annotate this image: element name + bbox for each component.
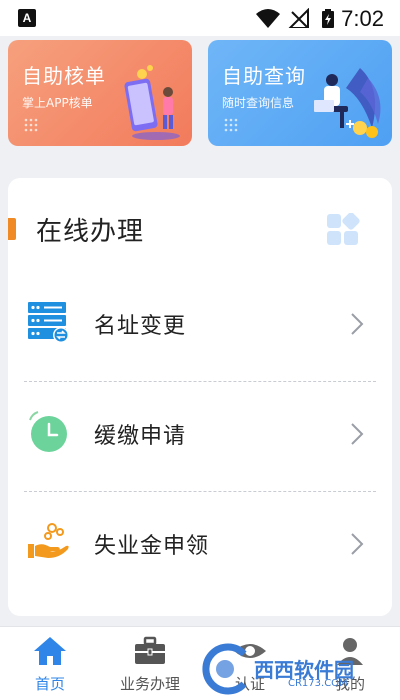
nav-label: 业务办理 — [119, 675, 180, 693]
list-item-address-change[interactable]: 名址变更 — [8, 274, 392, 382]
divider — [24, 381, 376, 382]
section-title: 在线办理 — [36, 217, 145, 247]
chevron-right-icon — [351, 533, 364, 555]
home-icon — [34, 637, 66, 665]
hand-coins-icon — [28, 523, 69, 558]
person-laptop-illustration-icon — [314, 68, 381, 138]
self-verify-card[interactable]: 自助核单 掌上APP核单 — [8, 40, 192, 146]
nav-business[interactable]: 业务办理 — [100, 627, 200, 700]
server-transfer-icon — [28, 302, 69, 343]
status-time: 7:02 — [341, 6, 384, 31]
nav-home[interactable]: 首页 — [0, 627, 100, 700]
divider — [24, 491, 376, 492]
list-item-unemployment-benefit[interactable]: 失业金申领 — [8, 494, 392, 602]
grid-apps-icon[interactable] — [326, 213, 360, 247]
signal-off-icon — [288, 8, 309, 28]
dots-decoration-icon — [24, 118, 38, 132]
app-notification-icon: A — [18, 9, 36, 27]
battery-charging-icon — [322, 9, 334, 28]
dots-decoration-icon — [224, 118, 238, 132]
briefcase-icon — [135, 636, 165, 664]
card-title: 自助查询 — [222, 64, 306, 88]
list-item-deferred-payment[interactable]: 缓缴申请 — [8, 384, 392, 492]
list-item-label: 缓缴申请 — [94, 424, 187, 449]
section-accent-bar — [8, 218, 16, 240]
watermark-url: CR173.COM — [288, 678, 348, 689]
watermark: 西西软件园 CR173.COM — [198, 642, 388, 696]
list-item-label: 名址变更 — [94, 314, 187, 339]
card-subtitle: 随时查询信息 — [222, 96, 295, 110]
card-title: 自助核单 — [22, 64, 106, 88]
system-status-icons — [256, 8, 334, 28]
watermark-logo-icon — [202, 643, 247, 695]
wifi-icon — [256, 9, 280, 28]
card-subtitle: 掌上APP核单 — [22, 96, 93, 110]
phone-person-illustration-icon — [124, 65, 180, 140]
chevron-right-icon — [351, 423, 364, 445]
status-bar: A 7:02 — [0, 0, 400, 36]
self-query-card[interactable]: 自助查询 随时查询信息 — [208, 40, 392, 146]
chevron-right-icon — [351, 313, 364, 335]
nav-label: 首页 — [34, 675, 65, 693]
online-services-panel: 在线办理 名址变更 缓缴申请 失业金申领 — [8, 178, 392, 616]
clock-icon — [29, 411, 67, 452]
list-item-label: 失业金申领 — [94, 534, 210, 559]
